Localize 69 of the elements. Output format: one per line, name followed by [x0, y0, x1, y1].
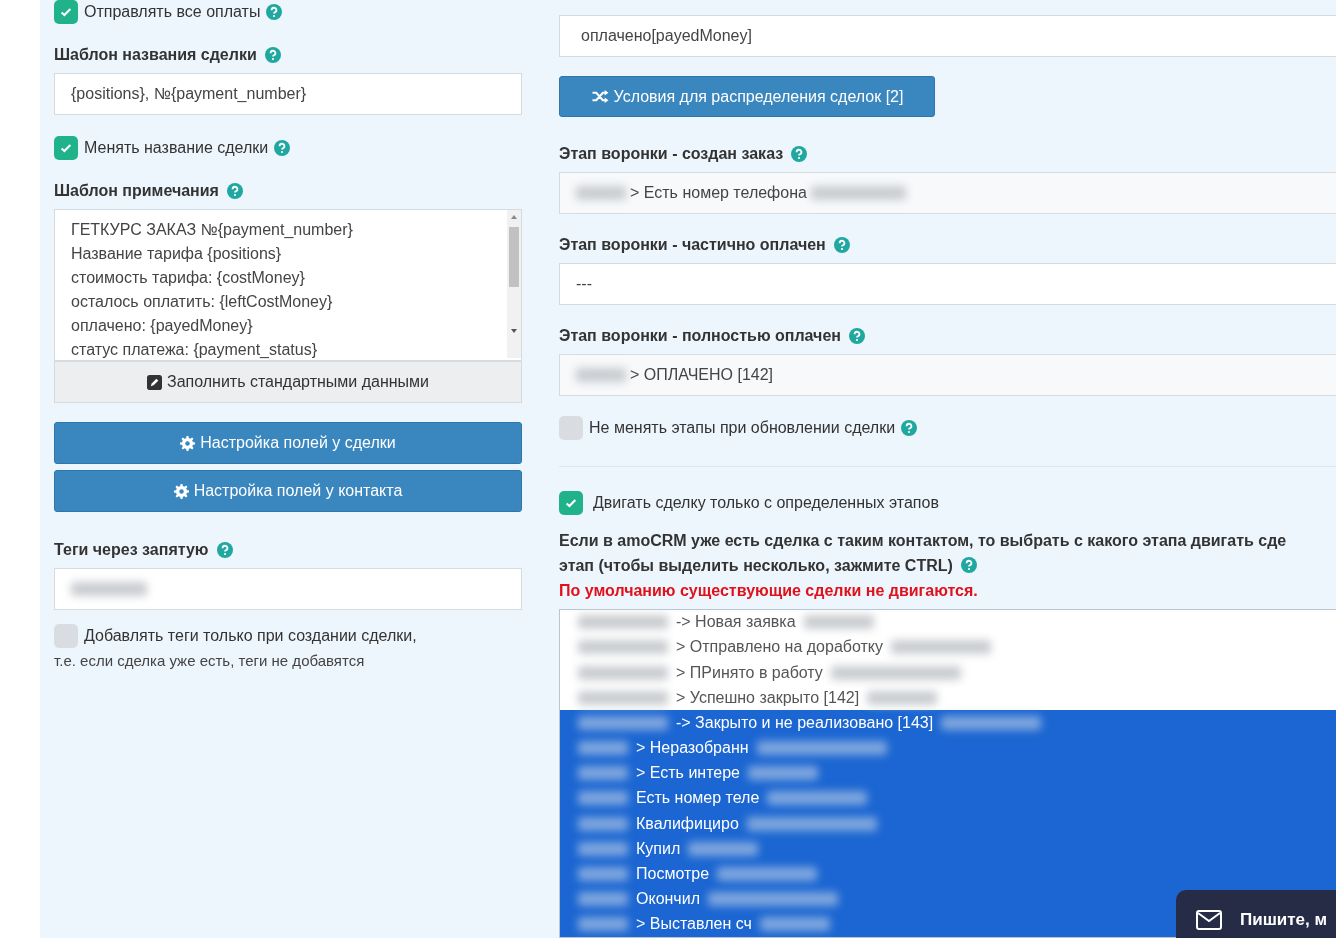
list-option[interactable]: Купил — [560, 836, 1336, 862]
checkbox-label: Отправлять все оплаты — [84, 3, 261, 21]
help-icon[interactable] — [226, 183, 243, 199]
stage-listbox[interactable] — [559, 608, 1336, 938]
field-label: Шаблон примечания — [54, 182, 219, 200]
checkmark-icon — [59, 141, 73, 155]
list-option[interactable]: > Отправлено на доработку — [560, 634, 1336, 660]
field-label: Шаблон названия сделки — [54, 46, 257, 64]
field-label: Теги через запятую — [54, 541, 209, 559]
help-icon[interactable] — [264, 47, 281, 63]
fill-default-button[interactable]: Заполнить стандартными данными — [54, 361, 522, 403]
textarea-line: статус платежа: {payment_status} — [71, 340, 318, 360]
checkbox-label: Двигать сделку только с определенных этапов — [593, 493, 939, 512]
gear-icon — [173, 483, 189, 499]
list-option[interactable]: Квалифициро — [560, 811, 1336, 837]
select-field[interactable]: > ОПЛАЧЕНО [142] — [559, 353, 1336, 396]
list-option[interactable]: > Успешно закрыто [142] — [560, 685, 1336, 711]
input-field[interactable]: оплачено[payedMoney] — [559, 15, 1336, 57]
checkbox[interactable] — [54, 136, 78, 160]
list-option[interactable]: -> Закрыто и не реализовано [143] — [560, 710, 1336, 736]
select-field[interactable]: > Есть номер телефона — [559, 172, 1336, 215]
input-field[interactable] — [54, 568, 522, 610]
checkbox[interactable] — [54, 0, 78, 24]
textarea-line: ГЕТКУРС ЗАКАЗ №{payment_number} — [71, 220, 354, 240]
help-icon[interactable] — [960, 557, 977, 574]
checkbox-label: Добавлять теги только при создании сделки, — [84, 627, 417, 645]
conditions-button[interactable]: Условия для распределения сделок [2] — [559, 75, 935, 118]
settings-button[interactable]: Настройка полей у контакта — [54, 470, 522, 512]
checkbox[interactable] — [54, 624, 78, 648]
help-icon[interactable] — [833, 237, 850, 254]
edit-icon — [146, 374, 162, 390]
help-icon[interactable] — [791, 146, 808, 163]
textarea-field[interactable]: ГЕТКУРС ЗАКАЗ №{payment_number} Название тарифа {positions} стоимость тарифа: {costMoney} осталось оплатить: {leftCostMoney} оплачено: {payedMoney} статус платежа: {payment_status} — [54, 209, 522, 361]
checkmark-icon — [59, 5, 73, 19]
list-option[interactable]: > Неразобранн — [560, 735, 1336, 761]
field-label: Этап воронки - полностью оплачен — [559, 326, 841, 345]
textarea-line: стоимость тарифа: {costMoney} — [71, 268, 306, 288]
list-option[interactable]: Есть номер теле — [560, 785, 1336, 812]
warning-text: По умолчанию существующие сделки не двигаются. — [559, 580, 979, 601]
checkbox-note: т.е. если сделка уже есть, теги не добавятся — [54, 652, 366, 669]
textarea-line: оплачено: {payedMoney} — [71, 316, 254, 336]
checkbox[interactable] — [559, 415, 583, 440]
checkbox[interactable] — [559, 490, 583, 515]
gear-icon — [180, 435, 196, 451]
shuffle-icon — [590, 89, 609, 105]
select-field[interactable]: --- — [559, 263, 1336, 305]
help-icon[interactable] — [901, 419, 918, 436]
input-field[interactable]: {positions}, №{payment_number} — [54, 73, 522, 115]
field-label: Этап воронки - частично оплачен — [559, 236, 826, 255]
checkbox-label: Менять название сделки — [84, 139, 269, 157]
hint-text: Если в amoCRM уже есть сделка с таким контактом, то выбрать с какого этапа двигать сде — [559, 530, 1287, 551]
list-option[interactable]: -> Новая заявка — [560, 609, 1336, 635]
list-option[interactable]: > ПРинято в работу — [560, 659, 1336, 686]
help-icon[interactable] — [848, 327, 865, 344]
help-icon[interactable] — [274, 140, 291, 156]
checkbox-label: Не менять этапы при обновлении сделки — [589, 418, 896, 437]
blurred-text — [576, 186, 626, 201]
field-label: Этап воронки - создан заказ — [559, 145, 784, 164]
textarea-line: осталось оплатить: {leftCostMoney} — [71, 292, 334, 312]
list-option[interactable]: Посмотре — [560, 861, 1336, 887]
hint-text: этап (чтобы выделить несколько, зажмите CTRL) — [559, 555, 953, 576]
settings-button[interactable]: Настройка полей у сделки — [54, 422, 522, 464]
blurred-text — [576, 367, 626, 382]
chat-toast[interactable]: Пишите, м — [1176, 890, 1336, 938]
mail-icon — [1196, 910, 1222, 930]
help-icon[interactable] — [266, 4, 283, 20]
help-icon[interactable] — [216, 542, 233, 558]
list-option[interactable]: > Есть интере — [560, 760, 1336, 786]
textarea-line: Название тарифа {positions} — [71, 244, 283, 264]
